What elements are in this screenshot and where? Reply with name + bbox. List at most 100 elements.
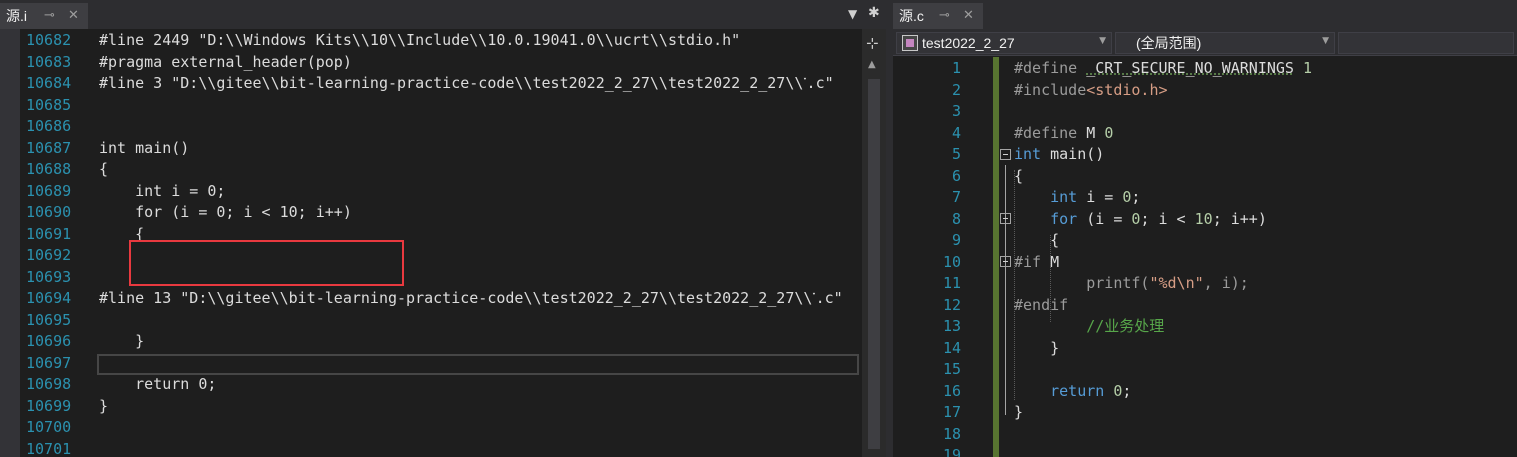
code-line: #line 2449 "D:\\Windows Kits\\10\\Includ… [99,31,741,49]
line-number: 10695 [26,310,72,329]
fold-toggle-main[interactable] [1000,149,1011,160]
code-token: 0 [1104,123,1114,142]
pin-icon[interactable]: ⊸ [939,8,950,24]
scope-name: (全局范围) [1136,35,1202,51]
line-number: 10693 [26,267,72,286]
member-dropdown[interactable] [1338,32,1514,54]
right-code-area[interactable]: 1 #define _CRT_SECURE_NO_WARNINGS 1 2 #incl… [893,57,1517,457]
scroll-up-icon[interactable]: ▲ [868,59,876,70]
left-code-area[interactable]: 10682 #line 2449 "D:\\Windows Kits\\10\\I… [0,29,886,457]
code-line: #define _CRT_SECURE_NO_WARNINGS 1 [1014,58,1312,80]
close-icon[interactable]: ✕ [68,8,79,24]
line-number: 8 [951,209,961,228]
line-number: 10686 [26,117,72,135]
code-token: } [1014,338,1060,357]
code-token: (i = [1077,209,1132,228]
chevron-down-icon: ▼ [1322,36,1329,46]
line-number: 19 [942,446,961,457]
dropdown-arrow-icon[interactable]: ▼ [848,7,857,21]
red-highlight-box [129,240,404,286]
line-number: 11 [942,274,961,292]
code-line: for (i = 0; i < 10; i++) [99,203,352,221]
line-number: 10694 [26,289,72,307]
line-number: 10689 [26,181,72,200]
line-number: 9 [951,231,961,249]
line-number: 10684 [26,74,72,92]
code-token: #include [1014,80,1087,99]
line-number: 18 [942,424,961,443]
tab-label: 源.i [6,8,27,24]
code-line: } [1014,338,1059,360]
close-icon[interactable]: ✕ [963,8,974,24]
chevron-down-icon: ▼ [1099,36,1106,46]
vertical-scrollbar[interactable]: ⊹ ▲ [862,29,886,457]
line-number: 4 [951,123,961,142]
code-token: #define [1014,59,1087,77]
line-number: 12 [942,295,961,314]
line-number: 14 [942,338,961,357]
split-window-icon[interactable]: ⊹ [866,35,879,51]
line-number: 2 [951,80,961,99]
code-line: } [99,396,109,415]
gear-icon[interactable]: ✱ [868,6,880,20]
code-token: #endif [1014,295,1069,314]
line-number: 10691 [26,224,72,243]
line-number: 10701 [26,439,72,457]
line-number: 10692 [26,246,72,264]
code-token: main() [1041,145,1105,163]
scope-dropdown[interactable]: (全局范围) ▼ [1115,32,1335,54]
code-token: 1 [1303,59,1313,77]
scroll-thumb[interactable] [868,79,880,449]
line-number: 17 [942,403,961,421]
line-number: 1 [951,59,961,77]
code-token: #if [1014,252,1051,271]
change-tracking-bar [993,57,999,457]
code-token: M [1050,252,1060,271]
fold-guide-main [1005,165,1006,415]
code-token: _CRT_SECURE_NO_WARNINGS [1086,59,1294,77]
code-token: return [1050,381,1105,400]
code-line: return 0; [99,375,217,393]
line-number: 13 [942,317,961,335]
tab-source-c[interactable]: 源.c ⊸ ✕ [893,3,983,29]
line-number: 10690 [26,203,72,221]
tab-source-i[interactable]: 源.i ⊸ ✕ [0,3,88,29]
code-line: int i = 0; [99,181,226,200]
line-number: 10685 [26,95,72,114]
line-number: 10683 [26,52,72,71]
code-line: { [1014,166,1023,188]
line-number: 10697 [26,353,72,372]
code-token: #define [1014,123,1087,142]
right-tab-bar: 源.c ⊸ ✕ [893,0,1517,29]
code-token: ; i++) [1212,209,1267,228]
code-token: { [1014,166,1024,185]
code-line: } [1014,402,1023,424]
code-line: int main() [99,138,190,157]
project-dropdown[interactable]: test2022_2_27 ▼ [896,32,1112,54]
line-number: 10682 [26,31,72,49]
line-number: 5 [951,145,961,163]
code-token: } [1014,403,1024,421]
code-token: 10 [1194,209,1213,228]
fold-toggle-if[interactable] [1000,256,1011,267]
code-token: int [1050,188,1078,206]
code-token: "%d\n" [1149,274,1204,292]
code-line: { [99,160,109,178]
code-token: M [1086,123,1105,142]
code-token: i = [1077,188,1123,206]
current-line-indicator [97,354,859,375]
code-token: //业务处理 [1086,317,1165,335]
code-line: #endif [1014,295,1068,317]
line-number: 10698 [26,375,72,393]
pane-splitter[interactable] [886,0,893,457]
fold-toggle-for[interactable] [1000,213,1011,224]
pin-icon[interactable]: ⊸ [44,8,55,24]
right-editor-pane: 源.c ⊸ ✕ test2022_2_27 ▼ (全局范围) ▼ 1 #defin… [893,0,1517,457]
code-line: int i = 0; [1014,187,1140,209]
project-name: test2022_2_27 [922,35,1015,51]
line-number: 10 [942,252,961,271]
navigation-bar: test2022_2_27 ▼ (全局范围) ▼ [893,29,1517,56]
code-line: //业务处理 [1014,316,1164,338]
code-line: #include<stdio.h> [1014,80,1168,102]
